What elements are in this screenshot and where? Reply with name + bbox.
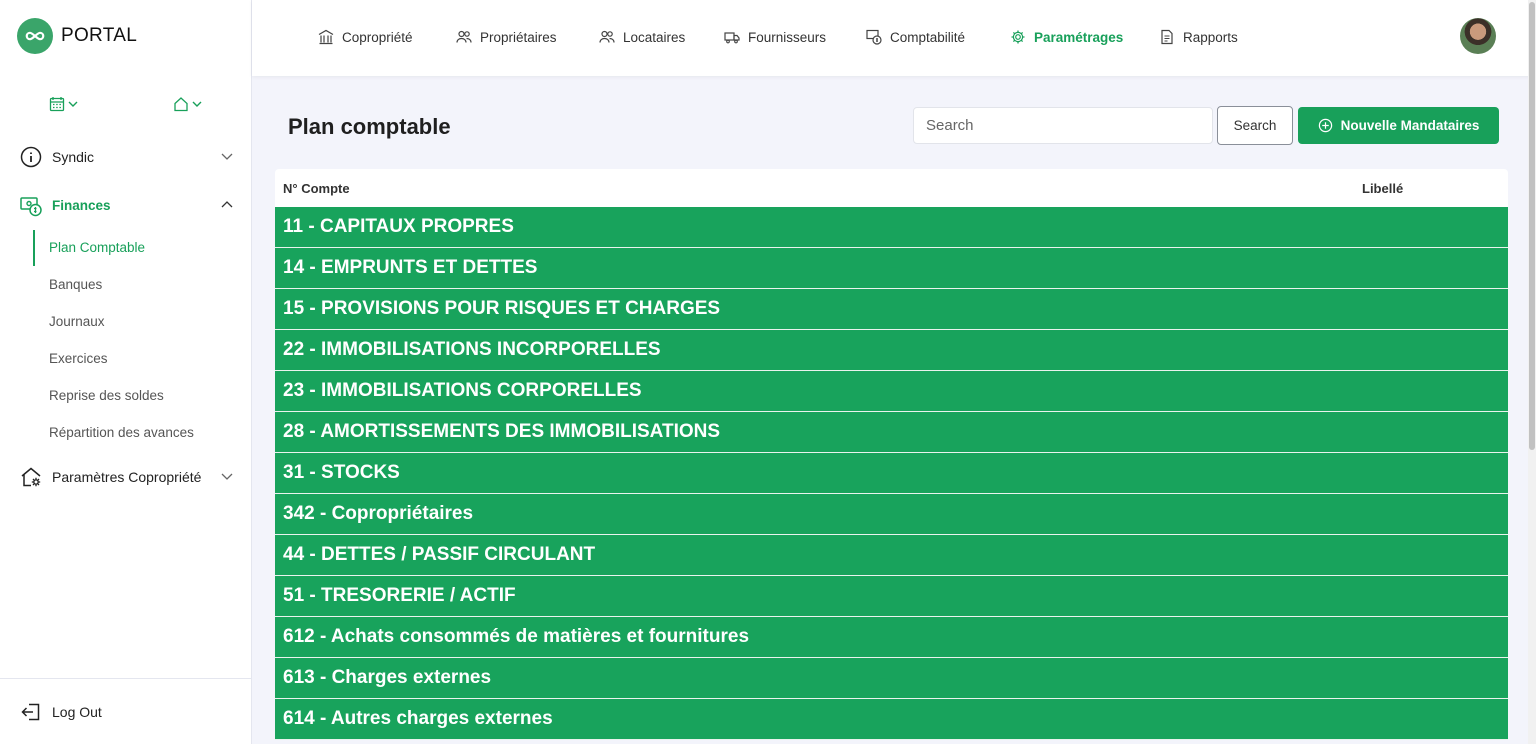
table-row[interactable]: 22 - IMMOBILISATIONS INCORPORELLES: [275, 330, 1508, 371]
sidebar: PORTAL Syndic Finances Plan Comptable Ba…: [0, 0, 252, 744]
search-input[interactable]: [913, 107, 1213, 144]
accounts-table: N° Compte Libellé 11 - CAPITAUX PROPRES 1…: [275, 169, 1508, 740]
tab-label: Paramétrages: [1034, 29, 1124, 45]
search-button[interactable]: Search: [1217, 106, 1293, 145]
brand[interactable]: PORTAL: [17, 18, 137, 54]
table-row[interactable]: 15 - PROVISIONS POUR RISQUES ET CHARGES: [275, 289, 1508, 330]
tab-label: Propriétaires: [480, 29, 557, 45]
sidebar-subitem-banques[interactable]: Banques: [49, 277, 102, 292]
tab-rapports[interactable]: Rapports: [1159, 27, 1238, 47]
avatar[interactable]: [1460, 18, 1496, 54]
sidebar-item-parametres-copropriete[interactable]: Paramètres Copropriété: [0, 460, 252, 492]
page-scrollbar[interactable]: [1528, 0, 1536, 744]
tab-locataires[interactable]: Locataires: [599, 27, 685, 47]
tab-comptabilite[interactable]: Comptabilité: [866, 27, 965, 47]
users-icon: [599, 30, 615, 43]
sidebar-item-syndic[interactable]: Syndic: [0, 140, 252, 172]
table-row[interactable]: 23 - IMMOBILISATIONS CORPORELLES: [275, 371, 1508, 412]
table-header: N° Compte Libellé: [275, 169, 1508, 207]
table-row[interactable]: 612 - Achats consommés de matières et fo…: [275, 617, 1508, 658]
plus-circle-icon: [1318, 118, 1332, 133]
table-row[interactable]: 342 - Copropriétaires: [275, 494, 1508, 535]
chevron-up-icon: [221, 201, 233, 208]
column-header-numero[interactable]: N° Compte: [283, 181, 350, 196]
sidebar-divider: [0, 678, 251, 679]
tab-label: Copropriété: [342, 29, 413, 45]
new-button-label: Nouvelle Mandataires: [1340, 118, 1480, 133]
sidebar-subitem-plan-comptable[interactable]: Plan Comptable: [49, 240, 145, 255]
tab-copropriete[interactable]: Copropriété: [318, 27, 413, 47]
infinity-icon: [17, 18, 53, 54]
active-indicator: [33, 230, 35, 266]
context-selectors: [0, 96, 252, 116]
table-row[interactable]: 44 - DETTES / PASSIF CIRCULANT: [275, 535, 1508, 576]
accounting-icon: [866, 29, 882, 45]
column-header-libelle[interactable]: Libellé: [1362, 181, 1403, 196]
chevron-down-icon: [221, 473, 233, 480]
scrollbar-thumb[interactable]: [1529, 2, 1535, 450]
page-title: Plan comptable: [288, 114, 451, 139]
home-icon: [174, 97, 188, 112]
table-row[interactable]: 51 - TRESORERIE / ACTIF: [275, 576, 1508, 617]
chevron-down-icon: [221, 153, 233, 160]
table-row[interactable]: 11 - CAPITAUX PROPRES: [275, 207, 1508, 248]
tab-label: Comptabilité: [890, 29, 966, 45]
info-icon: [20, 146, 42, 168]
table-row[interactable]: 28 - AMORTISSEMENTS DES IMMOBILISATIONS: [275, 412, 1508, 453]
table-row[interactable]: 14 - EMPRUNTS ET DETTES: [275, 248, 1508, 289]
tab-proprietaires[interactable]: Propriétaires: [456, 27, 557, 47]
calendar-selector[interactable]: [49, 96, 79, 112]
table-row[interactable]: 31 - STOCKS: [275, 453, 1508, 494]
top-navigation: Copropriété Propriétaires Locataires Fou…: [252, 0, 1536, 76]
chevron-down-icon: [68, 101, 78, 107]
tab-fournisseurs[interactable]: Fournisseurs: [724, 27, 826, 47]
logout-label: Log Out: [52, 704, 102, 720]
table-row[interactable]: 613 - Charges externes: [275, 658, 1508, 699]
sidebar-item-label: Syndic: [52, 149, 95, 165]
sidebar-subitem-exercices[interactable]: Exercices: [49, 351, 108, 366]
money-icon: [20, 197, 42, 217]
calendar-icon: [49, 97, 65, 112]
brand-name: PORTAL: [61, 25, 138, 46]
logout-button[interactable]: Log Out: [0, 698, 252, 726]
sidebar-item-label: Paramètres Copropriété: [52, 469, 202, 485]
new-mandataire-button[interactable]: Nouvelle Mandataires: [1298, 107, 1499, 144]
sidebar-subitem-reprise-des-soldes[interactable]: Reprise des soldes: [49, 388, 164, 403]
tab-label: Fournisseurs: [748, 29, 827, 45]
table-body: 11 - CAPITAUX PROPRES 14 - EMPRUNTS ET DE…: [275, 207, 1508, 740]
tab-parametrages[interactable]: Paramétrages: [1010, 27, 1123, 47]
users-icon: [456, 30, 472, 43]
house-settings-icon: [21, 467, 41, 487]
table-row[interactable]: 614 - Autres charges externes: [275, 699, 1508, 740]
sidebar-item-finances[interactable]: Finances: [0, 189, 252, 221]
gear-icon: [1011, 30, 1025, 44]
truck-icon: [724, 32, 740, 44]
tab-label: Rapports: [1183, 29, 1238, 45]
sidebar-subitem-journaux[interactable]: Journaux: [49, 314, 105, 329]
logout-icon: [21, 703, 40, 721]
property-selector[interactable]: [173, 96, 203, 112]
sidebar-item-label: Finances: [52, 198, 111, 213]
document-icon: [1161, 29, 1173, 45]
tab-label: Locataires: [623, 29, 686, 45]
chevron-down-icon: [192, 101, 202, 107]
sidebar-subitem-repartition-des-avances[interactable]: Répartition des avances: [49, 425, 194, 440]
building-icon: [318, 29, 334, 45]
